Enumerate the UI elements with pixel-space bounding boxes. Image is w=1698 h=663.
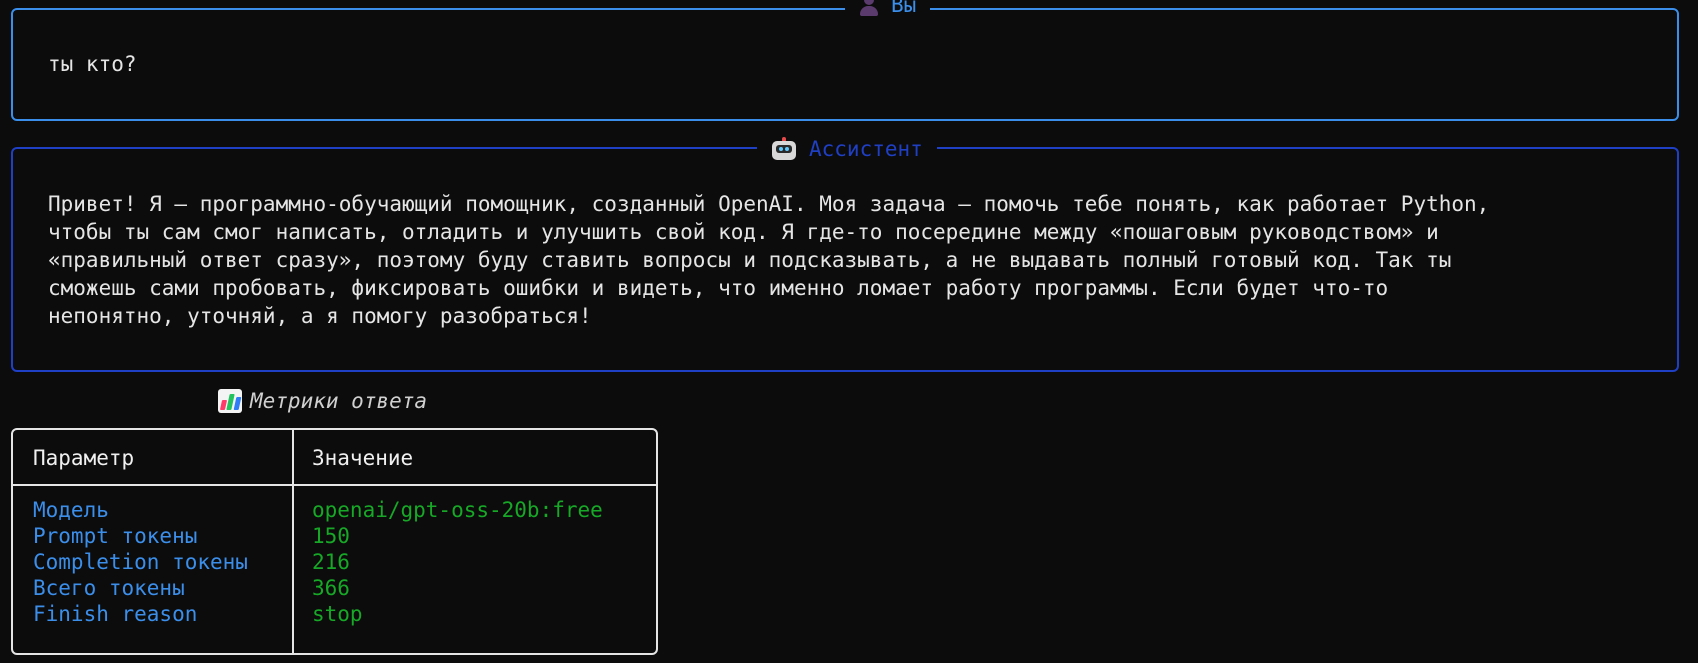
- user-panel-title-text: Вы: [891, 0, 917, 17]
- user-message-panel: Вы ты кто?: [11, 0, 1679, 121]
- user-panel-title: Вы: [845, 0, 931, 18]
- assistant-panel-title: Ассистент: [757, 136, 937, 162]
- table-column-divider: [292, 430, 294, 653]
- table-row-value: 216: [312, 550, 350, 574]
- table-header-divider: [13, 484, 656, 486]
- table-header-parameter: Параметр: [33, 446, 135, 470]
- bar-chart-icon: [218, 389, 242, 413]
- metrics-title: Метрики ответа: [218, 388, 427, 414]
- table-row-key: Prompt токены: [33, 524, 198, 548]
- metrics-table: Параметр Значение Модель openai/gpt-oss-…: [11, 428, 658, 655]
- user-silhouette-icon: [859, 0, 879, 16]
- table-row-key: Completion токены: [33, 550, 248, 574]
- assistant-message-text: Привет! Я — программно‑обучающий помощни…: [48, 192, 1490, 328]
- robot-icon: [771, 137, 797, 161]
- table-row-key: Finish reason: [33, 602, 198, 626]
- assistant-message-panel: Ассистент Привет! Я — программно‑обучающ…: [11, 136, 1679, 372]
- user-message-text: ты кто?: [48, 52, 137, 76]
- terminal-screen: Вы ты кто? Ассистент Привет! Я — програм…: [0, 0, 1698, 663]
- table-header-value: Значение: [312, 446, 414, 470]
- table-row-key: Всего токены: [33, 576, 185, 600]
- metrics-title-text: Метрики ответа: [250, 389, 428, 413]
- table-row-value: 150: [312, 524, 350, 548]
- assistant-panel-title-text: Ассистент: [809, 137, 923, 161]
- table-row-key: Модель: [33, 498, 109, 522]
- table-row-value: 366: [312, 576, 350, 600]
- table-row-value: stop: [312, 602, 363, 626]
- table-row-value: openai/gpt-oss-20b:free: [312, 498, 603, 522]
